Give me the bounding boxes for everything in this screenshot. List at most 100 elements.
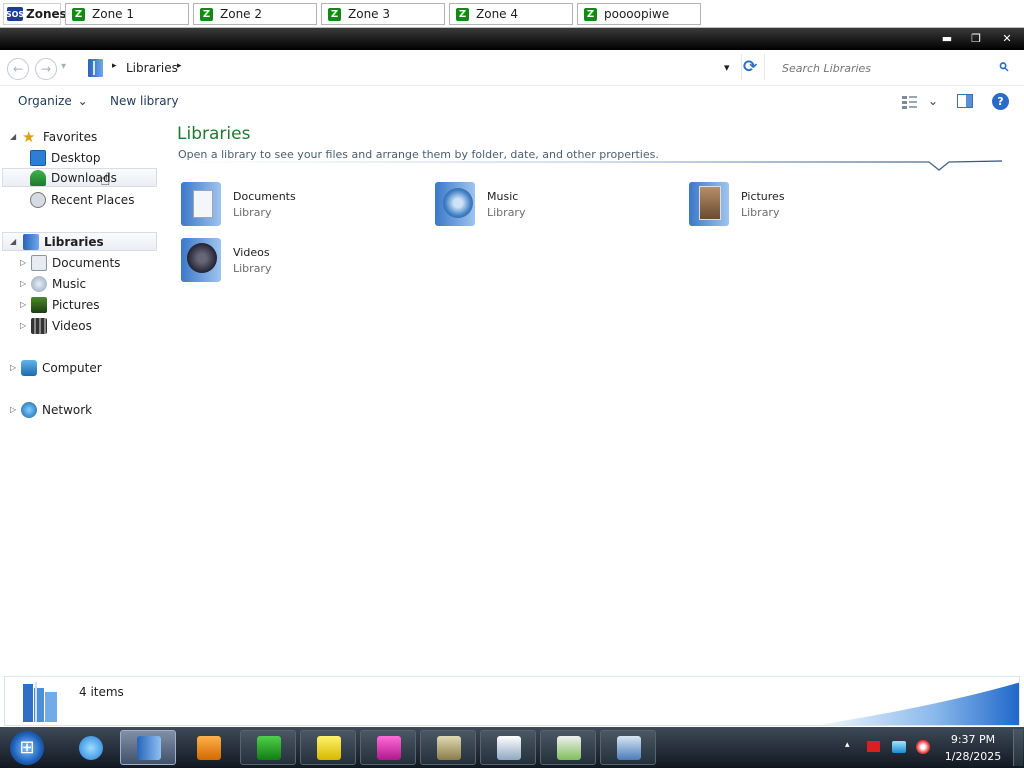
recent-pages-chevron-icon[interactable]: ▾ [61,61,66,72]
tile-type: Library [741,205,780,219]
nav-libraries[interactable]: ◢ Libraries [2,232,157,251]
search-icon[interactable]: ⌕ [998,55,1008,76]
pencil-app-icon [317,736,341,760]
taskbar-windows-explorer[interactable] [120,730,176,765]
taskbar-internet-explorer[interactable] [62,730,118,765]
expand-arrow-icon[interactable]: ◢ [10,237,18,246]
change-view-icon[interactable] [902,95,918,109]
pictures-library-icon [689,182,729,226]
tile-name: Videos [233,245,270,259]
pictures-icon [31,296,47,313]
nav-label: Documents [52,255,121,270]
music-library-icon [435,182,475,226]
zone-icon: Z [72,7,85,21]
collapsed-arrow-icon[interactable]: ▷ [10,363,18,372]
zone-tab-3[interactable]: Z Zone 3 [321,3,445,25]
organize-button[interactable]: Organize ⌄ [18,94,88,108]
magenta-app-icon [377,736,401,760]
nav-network[interactable]: ▷ Network [10,400,92,419]
library-tile-documents[interactable]: Documents Library [181,180,296,228]
view-options-chevron-icon[interactable]: ⌄ [928,94,938,108]
notes-app-icon [437,736,461,760]
zone-tab-5[interactable]: Z poooopiwe [577,3,701,25]
nav-item-music[interactable]: ▷ Music [20,274,86,293]
zones-bar: SOS Zones Z Zone 1 Z Zone 2 Z Zone 3 Z Z… [0,0,1024,28]
taskbar-app-6[interactable] [540,730,596,765]
chevron-down-icon: ⌄ [77,94,88,108]
green-app-icon [257,736,281,760]
taskbar-app-2[interactable] [300,730,356,765]
library-tile-music[interactable]: Music Library [435,180,525,228]
taskbar-app-1[interactable] [240,730,296,765]
breadcrumb-libraries[interactable]: Libraries [126,61,178,75]
nav-item-videos[interactable]: ▷ Videos [20,316,92,335]
window-app-icon [497,736,521,760]
refresh-icon[interactable]: ⟳ [743,57,757,77]
zone-tab-label: poooopiwe [604,7,670,21]
security-tray-icon[interactable] [916,740,930,754]
show-hidden-icons-button[interactable]: ▴ [845,740,850,750]
collapsed-arrow-icon[interactable]: ▷ [20,300,28,309]
zone-tab-1[interactable]: Z Zone 1 [65,3,189,25]
taskbar-app-3[interactable] [360,730,416,765]
network-tray-icon[interactable] [892,741,906,753]
collapsed-arrow-icon[interactable]: ▷ [10,405,18,414]
details-swoosh [817,682,1019,725]
taskbar: ⊞ ▴ 9:37 PM 1/28/2025 [0,727,1024,768]
library-tile-videos[interactable]: Videos Library [181,236,271,284]
nav-label: Pictures [52,297,100,312]
close-button[interactable]: ✕ [994,31,1020,46]
back-button[interactable]: ← [7,58,29,80]
search-input[interactable] [782,59,992,77]
taskbar-app-7[interactable] [600,730,656,765]
documents-library-icon [181,182,221,226]
nav-computer[interactable]: ▷ Computer [10,358,102,377]
zone-tab-2[interactable]: Z Zone 2 [193,3,317,25]
zone-icon: Z [328,7,341,21]
videos-icon [31,317,47,334]
collapsed-arrow-icon[interactable]: ▷ [20,279,28,288]
clock-time[interactable]: 9:37 PM [936,733,1010,746]
download-icon [30,169,46,186]
collapsed-arrow-icon[interactable]: ▷ [20,258,28,267]
tile-name: Music [487,189,519,203]
help-icon[interactable]: ? [992,93,1009,110]
forward-button[interactable]: → [35,58,57,80]
nav-item-downloads[interactable]: Downloads [2,168,157,187]
library-tile-pictures[interactable]: Pictures Library [689,180,785,228]
zone-tab-label: Zone 4 [476,7,518,21]
action-center-flag-icon[interactable] [867,741,880,752]
expand-arrow-icon[interactable]: ◢ [10,132,18,141]
restore-button[interactable]: ❐ [963,31,989,46]
minimize-button[interactable]: ▬ [934,31,960,46]
taskbar-app-4[interactable] [420,730,476,765]
nav-item-pictures[interactable]: ▷ Pictures [20,295,100,314]
start-button[interactable]: ⊞ [10,731,44,765]
nav-item-desktop[interactable]: Desktop [30,148,101,167]
address-divider [741,54,742,80]
clock-date[interactable]: 1/28/2025 [936,750,1010,763]
nav-favorites[interactable]: ◢ ★ Favorites [10,127,97,146]
taskbar-media-player[interactable] [180,730,236,765]
breadcrumb-chevron-icon[interactable]: ▸ [177,61,182,71]
nav-label: Favorites [43,129,98,144]
tile-type: Library [233,205,272,219]
zones-app-icon: SOS [6,7,24,21]
tile-name: Documents [233,189,296,203]
zone-tab-4[interactable]: Z Zone 4 [449,3,573,25]
navigation-pane: ◢ ★ Favorites Desktop Downloads ☝ Recent… [0,122,162,670]
show-desktop-button[interactable] [1013,729,1023,766]
item-count: 4 items [79,685,124,699]
breadcrumb-separator-icon[interactable]: ▸ [112,61,117,71]
nav-item-documents[interactable]: ▷ Documents [20,253,120,272]
collapsed-arrow-icon[interactable]: ▷ [20,321,28,330]
taskbar-app-5[interactable] [480,730,536,765]
address-bar: ← → ▾ ▸ Libraries ▸ ▾ ⟳ ⌕ [0,50,1024,86]
new-library-button[interactable]: New library [110,94,179,108]
zone-tab-label: Zone 3 [348,7,390,21]
nav-item-recent-places[interactable]: Recent Places [30,190,134,209]
videos-library-icon [181,238,221,282]
zones-app-button[interactable]: SOS Zones [3,3,67,25]
address-dropdown-icon[interactable]: ▾ [724,61,730,74]
preview-pane-icon[interactable] [957,94,973,108]
